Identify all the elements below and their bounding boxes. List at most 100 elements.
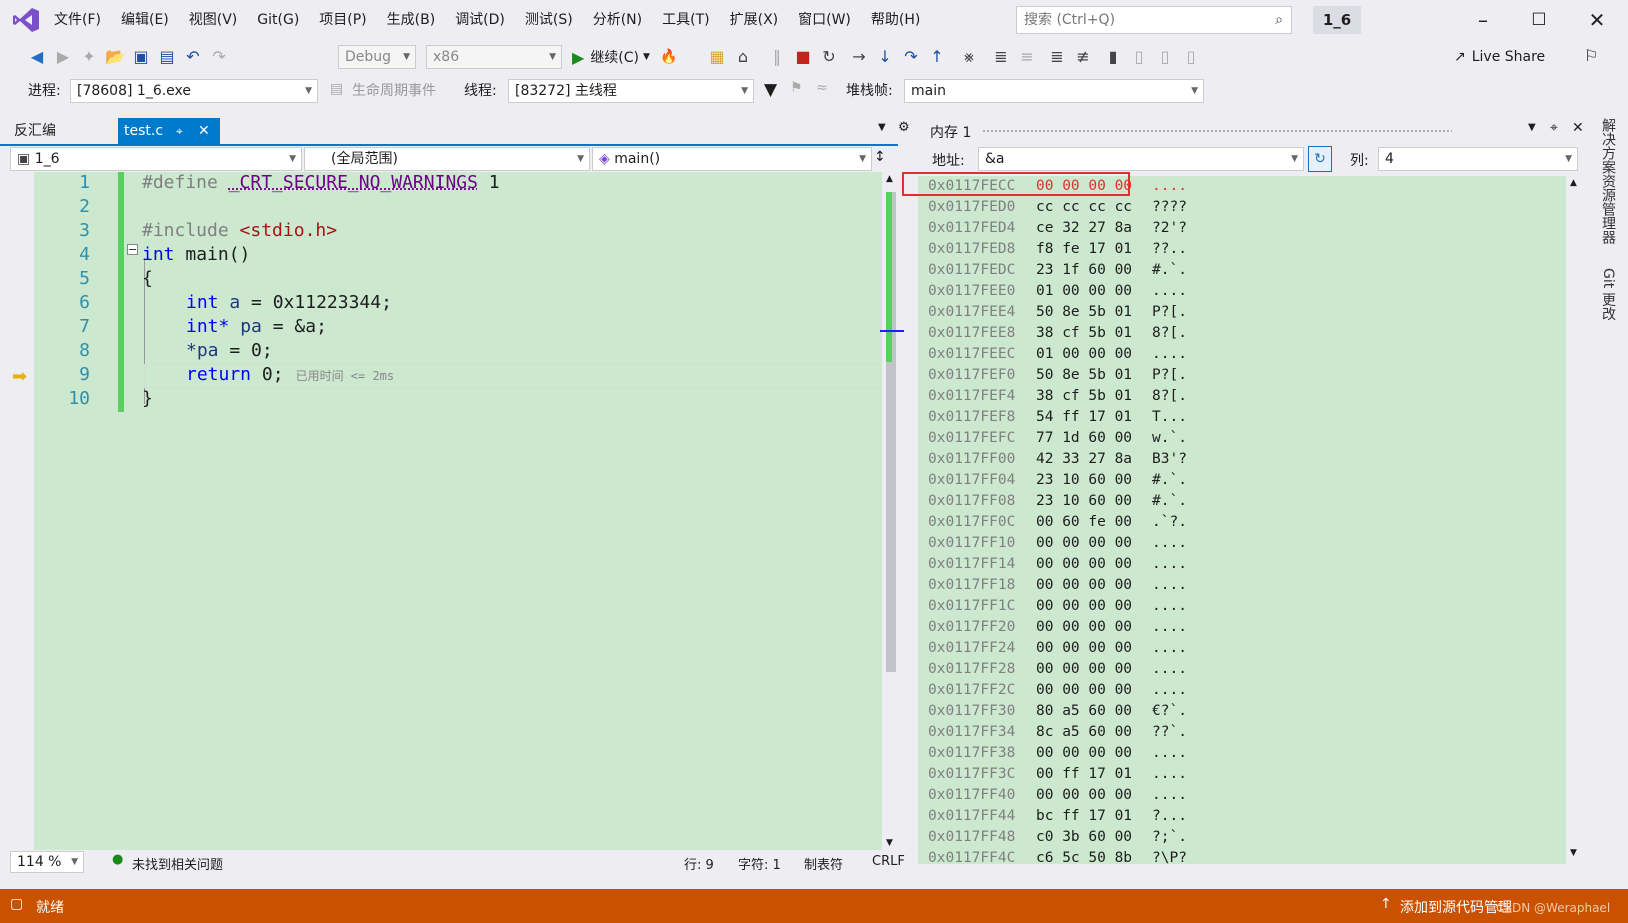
memory-row[interactable]: 0x0117FF3C 00 ff 17 01.... — [928, 766, 1187, 787]
memory-bytes[interactable]: 23 1f 60 00 — [1036, 262, 1152, 278]
memory-row[interactable]: 0x0117FF18 00 00 00 00.... — [928, 577, 1187, 598]
memory-bytes[interactable]: 00 00 00 00 — [1036, 577, 1152, 593]
code-line-1[interactable]: #define _CRT_SECURE_NO_WARNINGS 1 — [142, 172, 500, 193]
code-line-7[interactable]: int* pa = &a; — [186, 316, 327, 337]
live-share-button[interactable]: ↗ Live Share — [1454, 45, 1545, 69]
stack-frame-select[interactable]: main ▼ — [904, 79, 1204, 103]
eol-indicator[interactable]: CRLF — [872, 854, 905, 869]
scope-select[interactable]: (全局范围) ▼ — [304, 147, 590, 171]
diagnostics-icon[interactable]: ⌂ — [732, 46, 754, 68]
memory-row[interactable]: 0x0117FF38 00 00 00 00.... — [928, 745, 1187, 766]
comment-icon[interactable]: ≡ — [1016, 46, 1038, 68]
maximize-button[interactable]: ☐ — [1514, 0, 1564, 40]
memory-bytes[interactable]: cc cc cc cc — [1036, 199, 1152, 215]
memory-bytes[interactable]: 01 00 00 00 — [1036, 346, 1152, 362]
filter-icon[interactable]: ▼ — [764, 80, 777, 100]
folder-icon[interactable]: ▦ — [706, 46, 728, 68]
line-indicator[interactable]: 行: 9 — [684, 854, 714, 873]
code-line-10[interactable]: } — [142, 388, 153, 409]
navigate-back-icon[interactable]: ◀ — [26, 46, 48, 68]
memory-row[interactable]: 0x0117FF24 00 00 00 00.... — [928, 640, 1187, 661]
memory-row[interactable]: 0x0117FF10 00 00 00 00.... — [928, 535, 1187, 556]
indent-icon[interactable]: ≣ — [1046, 46, 1068, 68]
save-icon[interactable]: ▣ — [130, 46, 152, 68]
code-line-5[interactable]: { — [142, 268, 153, 289]
tab-disassembly[interactable]: 反汇编 — [14, 120, 56, 140]
thread-icon[interactable]: ≣ — [990, 46, 1012, 68]
split-editor-icon[interactable]: ↕ — [874, 149, 886, 165]
scroll-up-icon[interactable]: ▲ — [886, 174, 893, 184]
tab-git-changes[interactable]: Git 更改 — [1598, 268, 1618, 321]
char-indicator[interactable]: 字符: 1 — [738, 854, 781, 873]
pin-icon[interactable]: ⌖ — [176, 118, 183, 144]
window-menu-icon[interactable]: ▼ — [1528, 122, 1536, 133]
tab-solution-explorer[interactable]: 解决方案资源管理器 — [1598, 118, 1618, 244]
solution-config-select[interactable]: Debug ▼ — [338, 45, 416, 69]
thread-select[interactable]: [83272] 主线程 ▼ — [508, 79, 754, 103]
code-editor[interactable] — [8, 172, 890, 864]
memory-bytes[interactable]: 00 60 fe 00 — [1036, 514, 1152, 530]
bookmark-icon[interactable]: ▮ — [1102, 46, 1124, 68]
minimize-button[interactable]: – — [1458, 0, 1508, 40]
memory-row[interactable]: 0x0117FEFC 77 1d 60 00 w.`. — [928, 430, 1187, 451]
memory-row[interactable]: 0x0117FF1C 00 00 00 00.... — [928, 598, 1187, 619]
memory-row[interactable]: 0x0117FF0C 00 60 fe 00 .`?. — [928, 514, 1187, 535]
visual-studio-logo-icon[interactable] — [12, 7, 40, 33]
memory-bytes[interactable]: f8 fe 17 01 — [1036, 241, 1152, 257]
continue-button[interactable]: ▶ 继续(C) ▼ 🔥 — [572, 45, 677, 69]
memory-row[interactable]: 0x0117FEDC 23 1f 60 00 #.`. — [928, 262, 1187, 283]
open-file-icon[interactable]: 📂 — [104, 46, 126, 68]
process-select[interactable]: [78608] 1_6.exe ▼ — [70, 79, 318, 103]
code-line-8[interactable]: *pa = 0; — [186, 340, 273, 361]
pin-icon[interactable]: ⌖ — [1550, 120, 1558, 136]
memory-row[interactable]: 0x0117FF48 c0 3b 60 00 ?;`. — [928, 829, 1187, 850]
menu-tools[interactable]: 工具(T) — [652, 0, 719, 40]
step-out-icon[interactable]: ↑ — [926, 46, 948, 68]
code-line-4[interactable]: int main() — [142, 244, 250, 265]
memory-row[interactable]: 0x0117FF28 00 00 00 00.... — [928, 661, 1187, 682]
memory-bytes[interactable]: 42 33 27 8a — [1036, 451, 1152, 467]
address-input[interactable]: &a ▼ — [978, 147, 1304, 171]
hex-display-icon[interactable]: ⨳ — [958, 46, 980, 68]
clear-bookmarks-icon[interactable]: ▯ — [1180, 46, 1202, 68]
memory-bytes[interactable]: 50 8e 5b 01 — [1036, 367, 1152, 383]
new-project-icon[interactable]: ✦ — [78, 46, 100, 68]
memory-row[interactable]: 0x0117FEF4 38 cf 5b 01 8?[. — [928, 388, 1187, 409]
menu-debug[interactable]: 调试(D) — [445, 0, 515, 40]
menu-git[interactable]: Git(G) — [247, 0, 309, 40]
memory-bytes[interactable]: 38 cf 5b 01 — [1036, 325, 1152, 341]
memory-bytes[interactable]: c0 3b 60 00 — [1036, 829, 1152, 845]
memory-bytes[interactable]: 54 ff 17 01 — [1036, 409, 1152, 425]
memory-bytes[interactable]: 00 00 00 00 — [1036, 640, 1152, 656]
platform-select[interactable]: x86 ▼ — [426, 45, 562, 69]
feedback-icon[interactable]: ⚐ — [1584, 46, 1598, 65]
memory-bytes[interactable]: 00 00 00 00 — [1036, 745, 1152, 761]
menu-extensions[interactable]: 扩展(X) — [720, 0, 789, 40]
toggle-flag-icon[interactable]: ⚑ — [790, 80, 803, 96]
function-select[interactable]: ◈ main() ▼ — [592, 147, 872, 171]
issues-status[interactable]: 未找到相关问题 — [132, 854, 223, 873]
memory-bytes[interactable]: 77 1d 60 00 — [1036, 430, 1152, 446]
memory-row[interactable]: 0x0117FF2C 00 00 00 00.... — [928, 682, 1187, 703]
memory-bytes[interactable]: bc ff 17 01 — [1036, 808, 1152, 824]
flag-threads-icon[interactable]: ≈ — [816, 80, 828, 96]
step-over-icon[interactable]: ↷ — [900, 46, 922, 68]
refresh-icon[interactable]: ↻ — [1308, 146, 1332, 172]
memory-row[interactable]: 0x0117FF20 00 00 00 00.... — [928, 619, 1187, 640]
memory-row[interactable]: 0x0117FF44 bc ff 17 01?... — [928, 808, 1187, 829]
memory-row[interactable]: 0x0117FF40 00 00 00 00.... — [928, 787, 1187, 808]
output-window-icon[interactable]: ▢ — [10, 896, 23, 912]
menu-project[interactable]: 项目(P) — [309, 0, 376, 40]
scroll-up-icon[interactable]: ▲ — [1570, 178, 1577, 188]
memory-row[interactable]: 0x0117FF00 42 33 27 8a B3'? — [928, 451, 1187, 472]
menu-build[interactable]: 生成(B) — [377, 0, 446, 40]
memory-row[interactable]: 0x0117FF04 23 10 60 00 #.`. — [928, 472, 1187, 493]
memory-bytes[interactable]: 23 10 60 00 — [1036, 472, 1152, 488]
outdent-icon[interactable]: ≢ — [1072, 46, 1094, 68]
memory-bytes[interactable]: 80 a5 60 00 — [1036, 703, 1152, 719]
memory-row[interactable]: 0x0117FF30 80 a5 60 00 €?`. — [928, 703, 1187, 724]
menu-test[interactable]: 测试(S) — [515, 0, 583, 40]
memory-row[interactable]: 0x0117FED4 ce 32 27 8a ?2'? — [928, 220, 1187, 241]
memory-bytes[interactable]: 8c a5 60 00 — [1036, 724, 1152, 740]
memory-row[interactable]: 0x0117FEE4 50 8e 5b 01 P?[. — [928, 304, 1187, 325]
